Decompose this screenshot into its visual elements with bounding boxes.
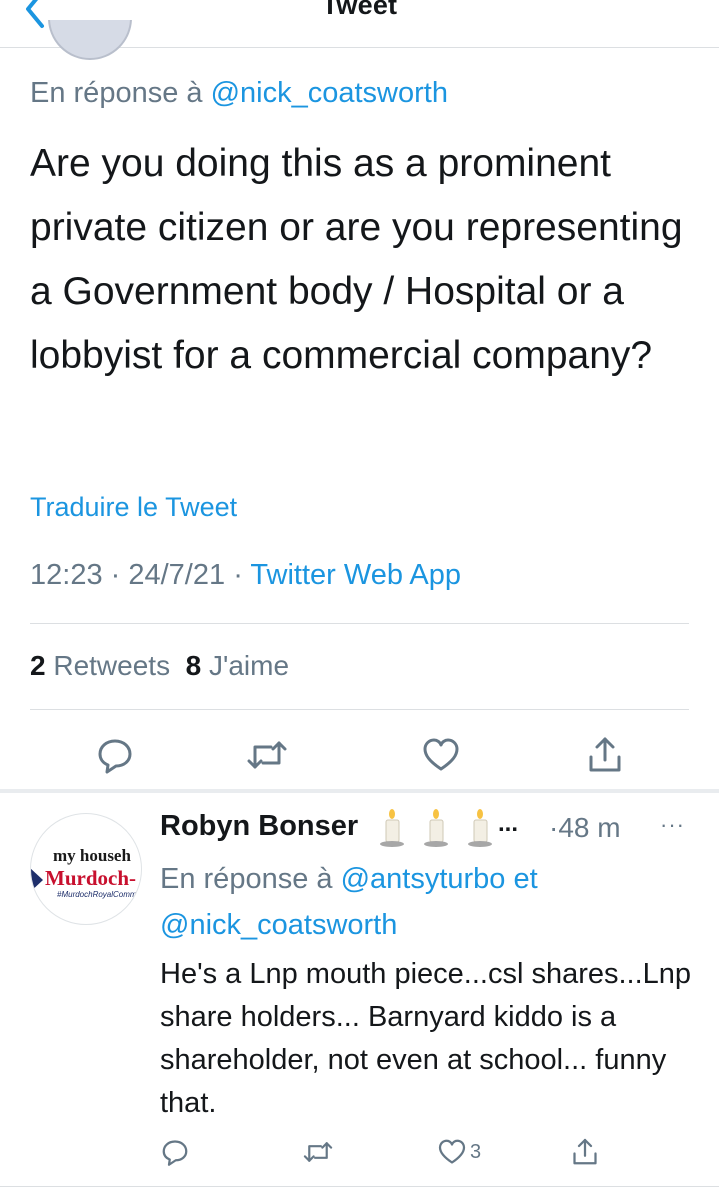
- like-icon: [438, 1139, 466, 1164]
- tweet-actions: [0, 732, 719, 778]
- share-icon: [589, 737, 621, 772]
- reply-to-line: En réponse à @antsyturbo et @nick_coatsw…: [160, 863, 538, 941]
- tweet-date: 24/7/21: [128, 559, 226, 591]
- reply-to-link[interactable]: @nick_coatsworth: [160, 909, 397, 941]
- name-truncation: ...: [498, 810, 519, 837]
- divider: [30, 709, 689, 710]
- reply-text: He's a Lnp mouth piece...csl shares...Ln…: [160, 958, 692, 1119]
- reply-button[interactable]: [92, 732, 138, 778]
- tweet-time: 12:23: [30, 559, 103, 591]
- translate-link[interactable]: Traduire le Tweet: [30, 492, 237, 523]
- reply-icon: [98, 739, 132, 774]
- like-count: 3: [470, 1140, 482, 1163]
- section-separator: [0, 789, 719, 793]
- reply-icon: [162, 1140, 188, 1166]
- like-button[interactable]: [418, 732, 464, 778]
- reply-to-link[interactable]: @antsyturbo: [341, 863, 506, 895]
- share-button[interactable]: [570, 1132, 600, 1172]
- reply-to-line: En réponse à @nick_coatsworth: [30, 77, 448, 110]
- retweet-icon: [247, 741, 287, 769]
- tweet-source-link[interactable]: Twitter Web App: [250, 559, 461, 591]
- page-title: Tweet: [321, 0, 398, 20]
- reply-avatar[interactable]: my househ Murdoch- #MurdochRoyalComm: [30, 813, 142, 925]
- tweet-meta: 12:23 · 24/7/21 · Twitter Web App: [30, 559, 462, 591]
- divider: [0, 1186, 719, 1187]
- retweet-button[interactable]: [244, 732, 290, 778]
- reply-prefix: En réponse à: [30, 77, 203, 109]
- more-icon: ···: [660, 812, 685, 837]
- reply-time: ·48 m: [549, 812, 621, 843]
- reply-button[interactable]: [160, 1132, 190, 1172]
- like-icon: [423, 738, 459, 771]
- tweet-stats: 2 Retweets 8 J'aime: [30, 650, 289, 682]
- likes-stat[interactable]: 8 J'aime: [186, 650, 289, 681]
- retweet-icon: [303, 1142, 333, 1162]
- reply-actions: 3: [0, 1132, 719, 1172]
- like-button[interactable]: 3: [437, 1132, 481, 1172]
- share-button[interactable]: [582, 732, 628, 778]
- divider: [30, 623, 689, 624]
- author-avatar[interactable]: [48, 20, 132, 60]
- candle-icon: [380, 809, 492, 847]
- retweets-stat[interactable]: 2 Retweets: [30, 650, 170, 681]
- share-icon: [573, 1138, 597, 1165]
- reply-author-name[interactable]: Robyn Bonser: [160, 810, 358, 843]
- tweet-text: Are you doing this as a prominent privat…: [30, 142, 683, 377]
- retweet-button[interactable]: [302, 1132, 334, 1172]
- reply-to-link[interactable]: @nick_coatsworth: [211, 77, 448, 109]
- more-button[interactable]: ···: [660, 812, 685, 838]
